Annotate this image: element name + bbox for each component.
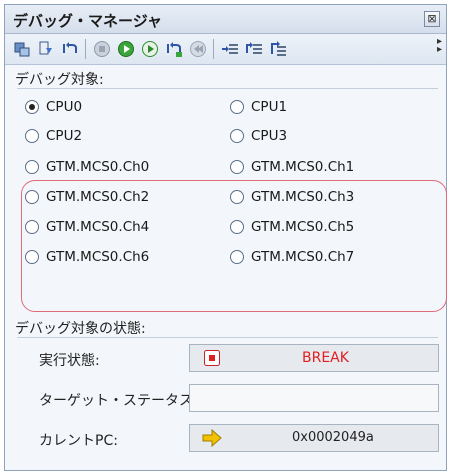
radio-label: CPU2: [46, 128, 83, 144]
radio-label: CPU1: [251, 99, 288, 115]
radio-button[interactable]: [230, 129, 244, 143]
radio-button[interactable]: [25, 129, 39, 143]
debug-manager-panel: デバッグ・マネージャ ⊠ ▸ ▸ デバッグ対象: CPU0 CPU1 CPU2 …: [4, 4, 447, 471]
debug-target-section-title: デバッグ対象:: [15, 72, 104, 88]
radio-label: CPU3: [251, 128, 288, 144]
download-icon[interactable]: [37, 40, 55, 58]
exec-state-label: 実行状態:: [39, 353, 100, 369]
step-over-icon[interactable]: [245, 40, 263, 58]
run-from-reset-icon[interactable]: [141, 40, 159, 58]
radio-button[interactable]: [25, 160, 39, 174]
exec-state-value: BREAK: [302, 350, 349, 366]
title-bar: デバッグ・マネージャ ⊠: [5, 5, 446, 34]
close-button[interactable]: ⊠: [424, 11, 440, 27]
break-status-icon: [204, 350, 220, 366]
radio-button[interactable]: [230, 160, 244, 174]
radio-label: CPU0: [46, 99, 83, 115]
pc-arrow-icon: [202, 429, 222, 447]
section-divider: [17, 337, 438, 338]
radio-label: GTM.MCS0.Ch1: [251, 159, 355, 175]
step-return-icon[interactable]: [165, 40, 183, 58]
current-pc-label: カレントPC:: [39, 433, 118, 449]
radio-label: GTM.MCS0.Ch0: [46, 159, 150, 175]
current-pc-field: 0x0002049a: [189, 424, 439, 452]
radio-button[interactable]: [25, 100, 39, 114]
window-title: デバッグ・マネージャ: [13, 12, 162, 30]
toolbar-overflow-button[interactable]: ▸ ▸: [437, 37, 442, 55]
target-status-field: [189, 384, 439, 412]
step-out-icon[interactable]: [269, 40, 287, 58]
section-divider: [17, 88, 438, 89]
current-pc-value: 0x0002049a: [292, 430, 374, 445]
radio-button[interactable]: [230, 100, 244, 114]
run-icon[interactable]: [117, 40, 135, 58]
exec-state-field: BREAK: [189, 344, 439, 372]
stop-icon[interactable]: [93, 40, 111, 58]
target-state-section-title: デバッグ対象の状態:: [15, 321, 146, 337]
connect-icon[interactable]: [13, 40, 31, 58]
return-icon[interactable]: [189, 40, 207, 58]
gtm-channel-highlight: [21, 180, 447, 312]
target-status-label: ターゲット・ステータス:: [39, 393, 198, 409]
reset-icon[interactable]: [61, 40, 79, 58]
toolbar: ▸ ▸: [5, 34, 446, 65]
step-in-icon[interactable]: [221, 40, 239, 58]
